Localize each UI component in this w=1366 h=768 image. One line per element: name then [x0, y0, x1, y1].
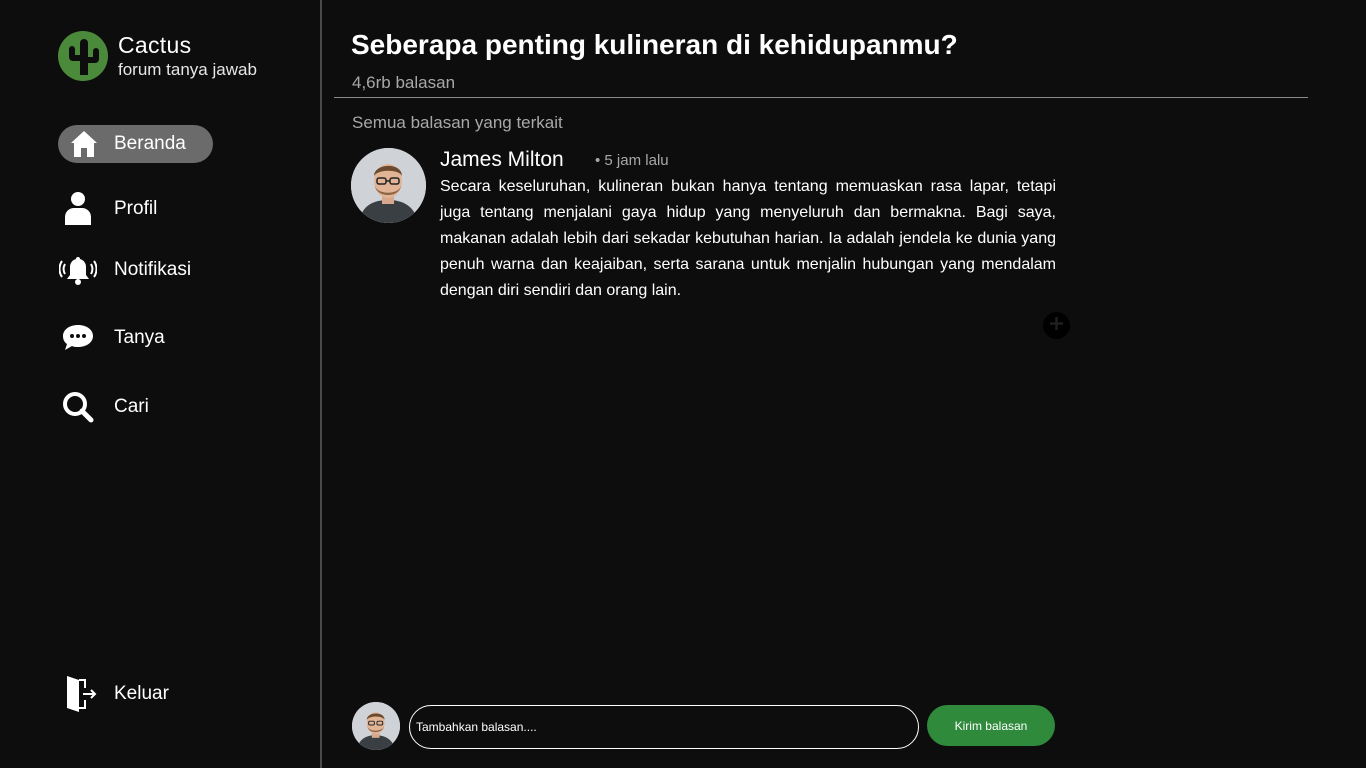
add-button[interactable]	[1043, 312, 1070, 339]
logout-label: Keluar	[114, 683, 169, 704]
brand-tagline: forum tanya jawab	[118, 60, 257, 79]
sidebar-item-label: Tanya	[114, 327, 165, 348]
sidebar-item-label: Cari	[114, 396, 149, 417]
reply-body: Secara keseluruhan, kulineran bukan hany…	[440, 178, 1056, 299]
sidebar-item-beranda[interactable]: Beranda	[58, 125, 213, 163]
home-icon	[64, 124, 104, 164]
user-icon	[58, 189, 98, 229]
bell-icon	[58, 250, 98, 290]
sidebar-item-notifikasi[interactable]: Notifikasi	[58, 251, 191, 289]
send-reply-button[interactable]: Kirim balasan	[927, 705, 1055, 746]
avatar	[352, 702, 400, 750]
logout-door-icon	[58, 674, 98, 714]
cactus-logo-icon	[58, 31, 108, 81]
sidebar-item-profil[interactable]: Profil	[58, 190, 157, 228]
reply-composer: Kirim balasan	[352, 702, 1056, 750]
sidebar: Cactus forum tanya jawab Beranda Profil	[0, 0, 322, 768]
sidebar-item-label: Profil	[114, 198, 158, 219]
sidebar-item-cari[interactable]: Cari	[58, 388, 149, 426]
sidebar-item-label: Beranda	[114, 133, 186, 154]
reply-author[interactable]: James Milton	[440, 148, 564, 172]
reply-count: 4,6rb balasan	[352, 73, 456, 92]
reply-timestamp: • 5 jam lalu	[595, 152, 669, 169]
app: Cactus forum tanya jawab Beranda Profil	[0, 0, 1366, 768]
avatar[interactable]	[351, 148, 426, 223]
chat-bubble-icon	[58, 318, 98, 358]
brand-name: Cactus	[118, 32, 192, 58]
question-title: Seberapa penting kulineran di kehidupanm…	[351, 29, 958, 60]
reply-input[interactable]	[409, 705, 919, 749]
main-content: Seberapa penting kulineran di kehidupanm…	[324, 0, 1366, 768]
search-icon	[58, 387, 98, 427]
divider	[334, 97, 1308, 98]
sidebar-item-label: Notifikasi	[114, 259, 192, 280]
brand[interactable]: Cactus forum tanya jawab	[58, 31, 257, 81]
plus-icon	[1049, 316, 1064, 336]
logout-button[interactable]: Keluar	[58, 675, 169, 713]
sidebar-item-tanya[interactable]: Tanya	[58, 319, 165, 357]
replies-section-label: Semua balasan yang terkait	[352, 113, 563, 132]
